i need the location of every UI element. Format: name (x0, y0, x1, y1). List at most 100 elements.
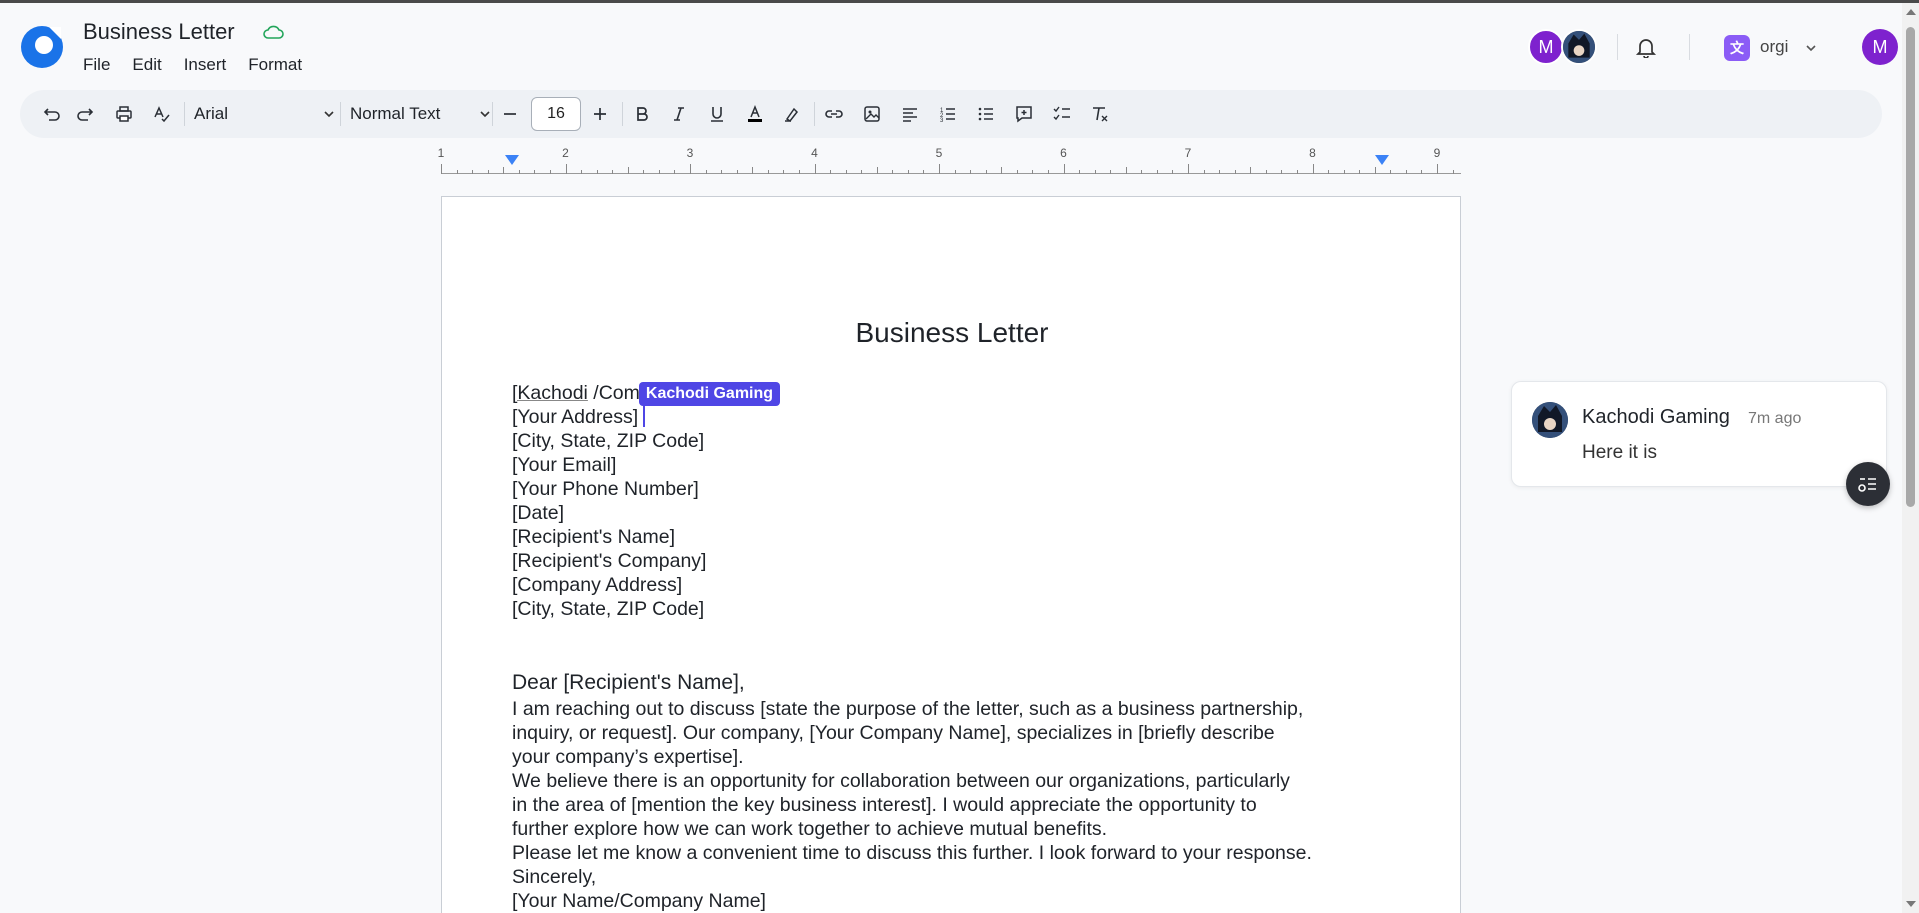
checklist-icon[interactable] (1050, 102, 1074, 126)
text-style-select[interactable]: Normal Text (350, 98, 500, 130)
comments-panel-toggle-icon[interactable] (1846, 462, 1890, 506)
document-title[interactable]: Business Letter (83, 19, 235, 45)
user-avatar[interactable]: M (1862, 29, 1898, 65)
body-line[interactable]: [Your Name/Company Name] (512, 889, 1412, 913)
ruler-tick (1312, 164, 1314, 174)
ruler-tick (534, 170, 536, 174)
ruler-tick (1390, 170, 1392, 174)
chevron-down-icon[interactable] (1804, 41, 1818, 55)
body-line[interactable]: We believe there is an opportunity for c… (512, 769, 1412, 793)
ruler-tick (1250, 167, 1252, 174)
body-line[interactable]: your company’s expertise]. (512, 745, 1412, 769)
app-header: Business Letter File Edit Insert Format … (0, 3, 1919, 85)
sender-name-rest[interactable]: /Com (588, 382, 640, 404)
bold-icon[interactable] (630, 102, 654, 126)
address-line[interactable]: [City, State, ZIP Code] (512, 597, 1412, 621)
address-line[interactable]: [Your Address] (512, 405, 1412, 429)
collaborator-avatar-kachodi[interactable] (1561, 29, 1597, 65)
org-name[interactable]: orgi (1760, 37, 1788, 57)
body-line[interactable]: inquiry, or request]. Our company, [Your… (512, 721, 1412, 745)
body-line[interactable]: Please let me know a convenient time to … (512, 841, 1412, 865)
document-heading[interactable]: Business Letter (442, 317, 1462, 349)
address-line[interactable]: [Company Address] (512, 573, 1412, 597)
ruler-tick (1001, 167, 1003, 174)
sender-name-word[interactable]: [Kachodi (512, 382, 588, 404)
ruler-tick (1125, 167, 1127, 174)
ruler-tick (1079, 170, 1081, 174)
ruler-tick (970, 170, 972, 174)
address-line-text[interactable]: [Your Address] (512, 406, 638, 428)
left-margin-marker[interactable] (505, 155, 519, 165)
undo-icon[interactable] (38, 102, 62, 126)
bullet-list-icon[interactable] (974, 102, 998, 126)
body-line[interactable]: Sincerely, (512, 865, 1412, 889)
menu-file[interactable]: File (83, 55, 110, 75)
org-icon[interactable]: 文 (1724, 35, 1750, 61)
address-line[interactable]: [Recipient's Company] (512, 549, 1412, 573)
scroll-down-arrow-icon[interactable] (1906, 901, 1916, 907)
address-line[interactable]: [Your Phone Number] (512, 477, 1412, 501)
address-line[interactable]: [Recipient's Name] (512, 525, 1412, 549)
ruler-tick (1452, 170, 1454, 174)
document-page[interactable]: Business Letter [Kachodi /Com Kachodi Gam… (441, 196, 1461, 913)
collaborator-cursor-label: Kachodi Gaming (638, 382, 781, 406)
increase-font-size-icon[interactable] (588, 102, 612, 126)
page-scrollbar[interactable] (1902, 3, 1919, 913)
italic-icon[interactable] (667, 102, 691, 126)
sender-name-line[interactable]: [Kachodi /Com Kachodi Gaming (512, 381, 1412, 406)
notification-bell-icon[interactable] (1635, 36, 1657, 59)
collaborator-avatar-m[interactable]: M (1528, 29, 1564, 65)
address-line[interactable]: [Date] (512, 501, 1412, 525)
ruler-tick (1032, 170, 1034, 174)
add-comment-icon[interactable] (1012, 102, 1036, 126)
ruler-tick (783, 170, 785, 174)
greeting-line[interactable]: Dear [Recipient's Name], (512, 671, 1412, 697)
document-body[interactable]: [Kachodi /Com Kachodi Gaming [Your Addres… (512, 381, 1412, 913)
text-color-icon[interactable] (743, 102, 767, 126)
body-line[interactable]: further explore how we can work together… (512, 817, 1412, 841)
chevron-down-icon (324, 111, 334, 118)
ruler-baseline (441, 173, 1461, 174)
menu-insert[interactable]: Insert (184, 55, 227, 75)
ruler-number: 8 (1309, 146, 1316, 160)
highlight-icon[interactable] (780, 102, 804, 126)
spellcheck-icon[interactable] (150, 102, 174, 126)
body-line[interactable]: in the area of [mention the key business… (512, 793, 1412, 817)
scroll-up-arrow-icon[interactable] (1906, 9, 1916, 15)
ruler-tick (1265, 170, 1267, 174)
redo-icon[interactable] (75, 102, 99, 126)
ruler-tick (892, 170, 894, 174)
right-margin-marker[interactable] (1375, 155, 1389, 165)
underline-icon[interactable] (705, 102, 729, 126)
address-line[interactable]: [City, State, ZIP Code] (512, 429, 1412, 453)
font-family-select[interactable]: Arial (194, 98, 344, 130)
font-size-input[interactable] (531, 97, 581, 131)
ruler-tick (1281, 170, 1283, 174)
scroll-thumb[interactable] (1906, 27, 1915, 507)
ruler-tick (845, 170, 847, 174)
clear-format-icon[interactable] (1088, 102, 1112, 126)
app-logo[interactable] (19, 23, 65, 69)
image-icon[interactable] (860, 102, 884, 126)
print-icon[interactable] (112, 102, 136, 126)
ruler-tick (487, 170, 489, 174)
link-icon[interactable] (822, 102, 846, 126)
comment-author-avatar (1532, 402, 1568, 438)
ruler-number: 7 (1184, 146, 1192, 160)
body-line[interactable]: I am reaching out to discuss [state the … (512, 697, 1412, 721)
ruler-tick (736, 170, 738, 174)
comment-card[interactable]: Kachodi Gaming 7m ago Here it is (1511, 381, 1887, 487)
ruler-tick (690, 164, 691, 174)
menu-format[interactable]: Format (248, 55, 302, 75)
ruler-tick (939, 164, 940, 174)
ruler-number: 9 (1433, 146, 1441, 160)
ruler-tick (923, 170, 925, 174)
ruler-tick (1047, 170, 1049, 174)
numbered-list-icon[interactable]: 123 (936, 102, 960, 126)
menu-edit[interactable]: Edit (132, 55, 161, 75)
decrease-font-size-icon[interactable] (498, 102, 522, 126)
align-left-icon[interactable] (898, 102, 922, 126)
header-divider (1689, 34, 1690, 60)
address-line[interactable]: [Your Email] (512, 453, 1412, 477)
comment-timestamp: 7m ago (1748, 410, 1802, 427)
